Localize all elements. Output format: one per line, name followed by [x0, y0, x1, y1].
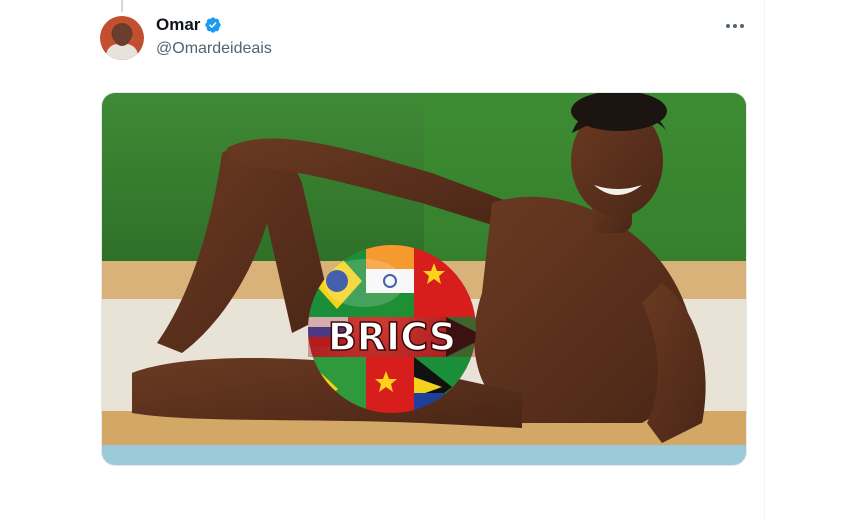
author-display-name[interactable]: Omar [156, 15, 200, 35]
more-options-button[interactable] [722, 16, 748, 36]
thread-connector-line [121, 0, 123, 12]
avatar-face [113, 24, 131, 46]
timeline-border [764, 0, 765, 520]
brics-overlay-text: BRICS [328, 315, 456, 359]
tweet-media-image[interactable]: BRICS [101, 92, 747, 466]
author-name-row: Omar [156, 15, 222, 35]
meme-photo: BRICS [102, 93, 746, 465]
avatar-body [106, 44, 138, 60]
author-handle[interactable]: @Omardeideais [156, 40, 272, 58]
verified-badge-icon [205, 17, 222, 33]
more-dots-icon [726, 24, 744, 28]
author-avatar[interactable] [100, 16, 144, 60]
